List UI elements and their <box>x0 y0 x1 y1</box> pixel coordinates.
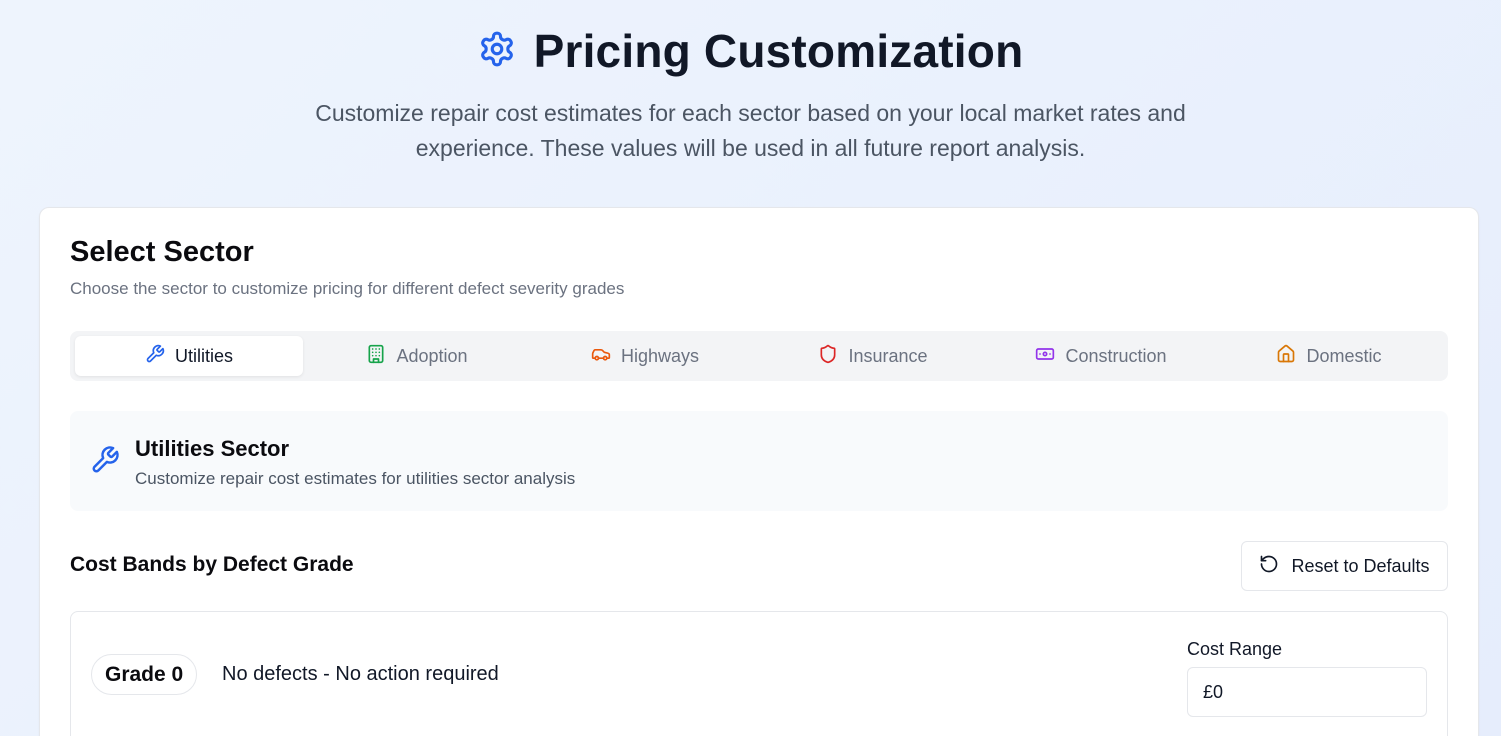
grade-description: No defects - No action required <box>222 663 499 685</box>
tab-label: Adoption <box>396 345 468 366</box>
tab-insurance[interactable]: Insurance <box>759 336 987 376</box>
page-subtitle: Customize repair cost estimates for each… <box>315 100 1186 161</box>
cost-bands-title: Cost Bands by Defect Grade <box>70 553 354 576</box>
tab-domestic[interactable]: Domestic <box>1215 336 1443 376</box>
shield-icon <box>818 344 838 369</box>
select-sector-title: Select Sector <box>70 236 254 268</box>
tab-construction[interactable]: Construction <box>987 336 1215 376</box>
tab-label: Utilities <box>174 345 233 366</box>
grade-card: Grade 0 No defects - No action required … <box>70 611 1448 736</box>
banknote-icon <box>1035 344 1055 369</box>
cost-range-input[interactable] <box>1187 667 1427 717</box>
page-title: Pricing Customization <box>533 25 1024 77</box>
sector-tabs: Utilities Adoption Highways Insurance Co… <box>70 331 1448 381</box>
reset-to-defaults-button[interactable]: Reset to Defaults <box>1241 541 1448 591</box>
gear-icon <box>478 30 516 73</box>
rotate-ccw-icon <box>1259 554 1279 579</box>
sector-info-box: Utilities Sector Customize repair cost e… <box>70 411 1448 511</box>
wrench-icon <box>145 344 165 369</box>
grade-badge: Grade 0 <box>91 654 198 695</box>
select-sector-description: Choose the sector to customize pricing f… <box>70 279 625 298</box>
tab-label: Insurance <box>848 345 928 366</box>
page-header: Pricing Customization Customize repair c… <box>0 0 1501 200</box>
tab-label: Domestic <box>1306 345 1382 366</box>
home-icon <box>1276 344 1296 369</box>
cost-range-label: Cost Range <box>1187 639 1283 659</box>
building-icon <box>366 344 386 369</box>
pricing-card: Select Sector Choose the sector to custo… <box>39 207 1479 736</box>
wrench-icon <box>90 445 120 475</box>
reset-button-label: Reset to Defaults <box>1291 555 1430 576</box>
title-row: Pricing Customization <box>0 24 1501 78</box>
tab-highways[interactable]: Highways <box>531 336 759 376</box>
car-icon <box>591 344 611 369</box>
tab-label: Highways <box>620 345 700 366</box>
sector-info-description: Customize repair cost estimates for util… <box>135 469 576 488</box>
sector-info-title: Utilities Sector <box>135 436 290 461</box>
tab-label: Construction <box>1065 345 1167 366</box>
tab-adoption[interactable]: Adoption <box>303 336 531 376</box>
tab-utilities[interactable]: Utilities <box>75 336 303 376</box>
